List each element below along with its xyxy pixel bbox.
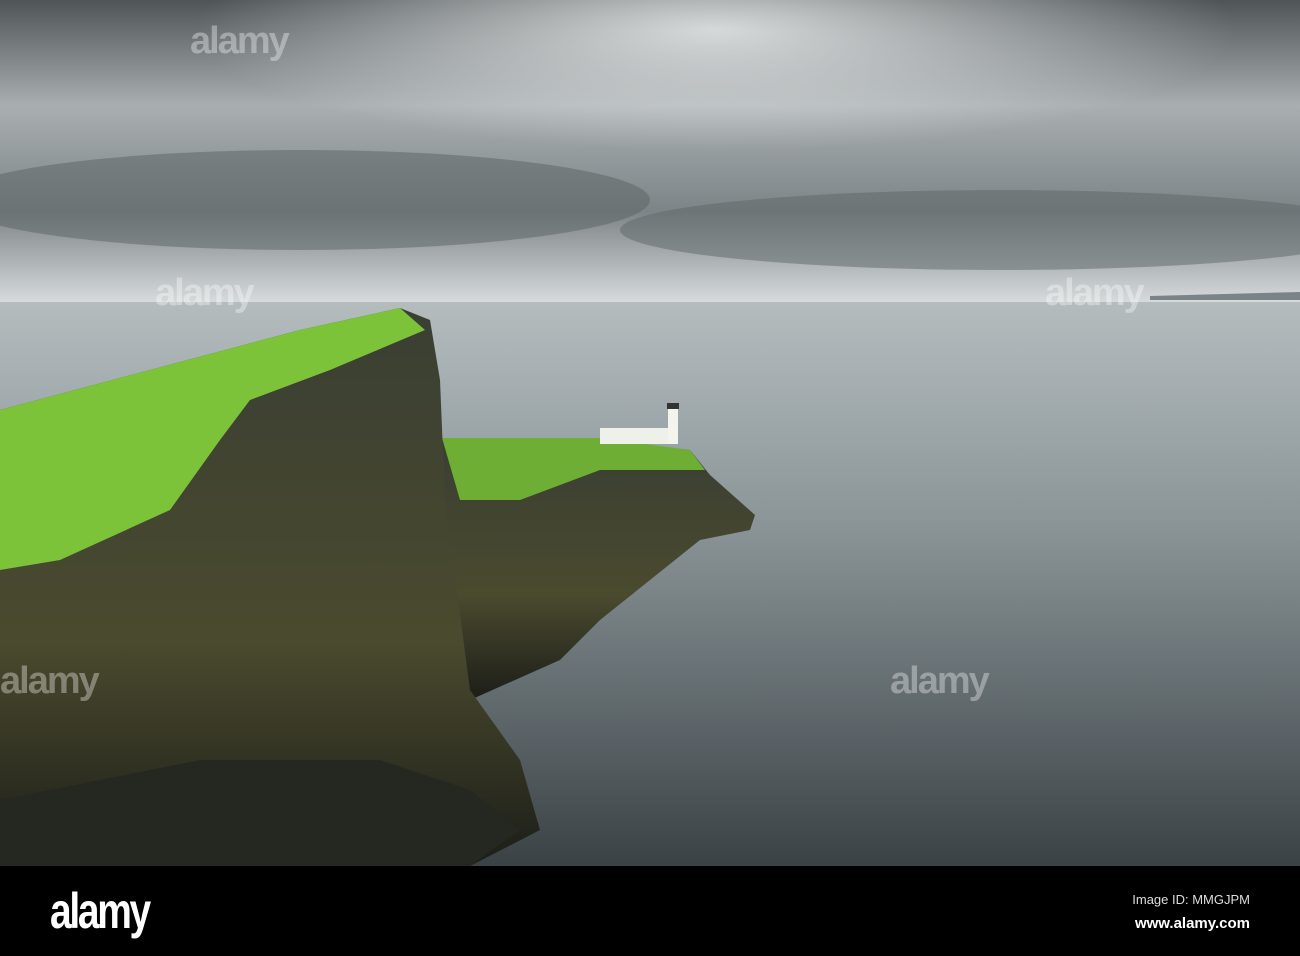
alamy-logo: alamy <box>50 883 151 939</box>
watermark: alamy <box>1045 272 1145 314</box>
watermark: alamy <box>0 660 100 702</box>
watermark: alamy <box>890 660 990 702</box>
website-link[interactable]: www.alamy.com <box>1135 915 1250 932</box>
image-id: Image ID: MMGJPM <box>1132 892 1250 907</box>
stock-photo-page: alamy alamy alamy alamy alamy alamy Imag… <box>0 0 1300 956</box>
footer-bar: alamy Image ID: MMGJPM www.alamy.com <box>0 866 1300 956</box>
watermark: alamy <box>190 20 290 62</box>
watermark: alamy <box>155 272 255 314</box>
landscape-photo <box>0 0 1300 866</box>
